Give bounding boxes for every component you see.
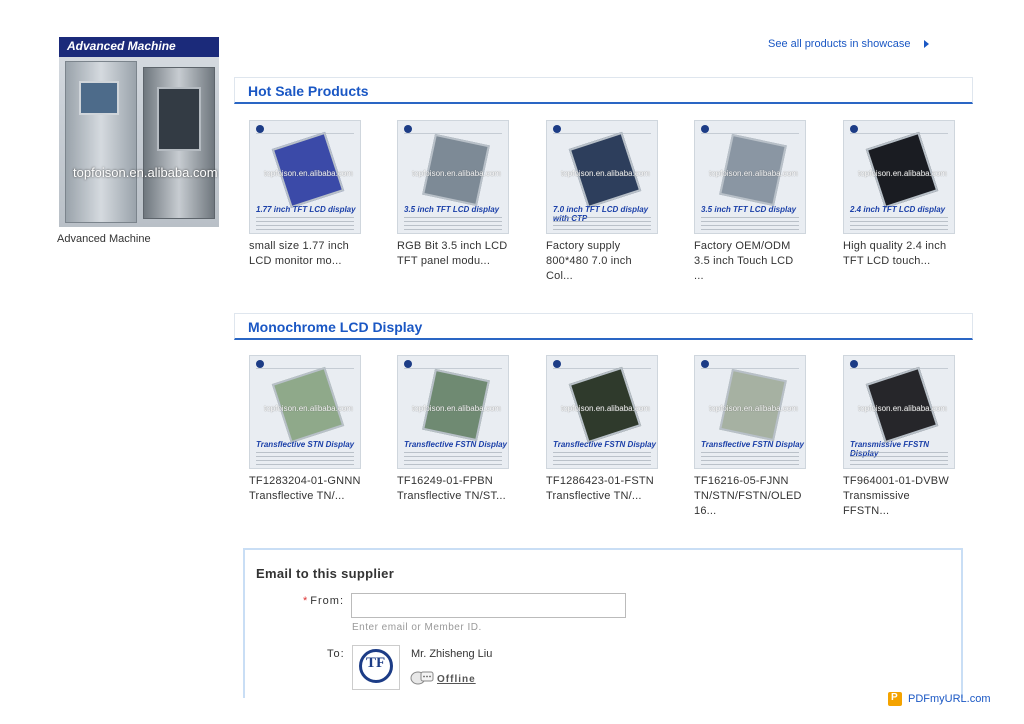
image-banner: Advanced Machine — [59, 37, 219, 57]
product-name-link[interactable]: RGB Bit 3.5 inch LCD TFT panel modu... — [397, 239, 509, 269]
product-thumbnail[interactable]: topfoison.en.alibaba.com Transflective ST… — [249, 355, 361, 469]
hot-sale-title: Hot Sale Products — [248, 83, 369, 99]
offline-status-link[interactable]: Offline — [437, 674, 476, 685]
product-name-link[interactable]: TF16216-05-FJNN TN/STN/FSTN/OLED 16... — [694, 474, 806, 519]
machine-window-2-shape — [157, 87, 201, 151]
product-thumbnail[interactable]: topfoison.en.alibaba.com 3.5 inch TFT LCD… — [694, 120, 806, 234]
thumb-header-shape — [256, 360, 354, 369]
logo-text: TF — [366, 655, 386, 671]
thumb-header-shape — [701, 125, 799, 134]
supplier-logo-icon — [850, 125, 858, 133]
product-thumbnail[interactable]: topfoison.en.alibaba.com Transmissive FFS… — [843, 355, 955, 469]
required-mark: * — [303, 595, 309, 607]
product-thumbnail[interactable]: topfoison.en.alibaba.com Transflective FS… — [694, 355, 806, 469]
thumb-watermark: topfoison.en.alibaba.com — [709, 169, 798, 178]
from-email-input[interactable] — [351, 593, 626, 618]
thumb-header-shape — [553, 360, 651, 369]
product-thumbnail[interactable]: topfoison.en.alibaba.com 2.4 inch TFT LCD… — [843, 120, 955, 234]
thumb-specs-lines — [256, 452, 354, 466]
thumb-header-shape — [256, 125, 354, 134]
machine-window-shape — [79, 81, 119, 115]
from-hint: Enter email or Member ID. — [352, 622, 482, 633]
supplier-logo-icon — [404, 125, 412, 133]
thumb-header-shape — [701, 360, 799, 369]
product-thumbnail[interactable]: topfoison.en.alibaba.com Transflective FS… — [546, 355, 658, 469]
chat-icon[interactable] — [410, 670, 434, 686]
pdfmyurl-link[interactable]: PDFmyURL.com — [908, 693, 991, 705]
hot-sale-header: Hot Sale Products — [234, 77, 973, 104]
product-thumbnail[interactable]: topfoison.en.alibaba.com 1.77 inch TFT LC… — [249, 120, 361, 234]
supplier-logo-icon — [404, 360, 412, 368]
thumb-header-shape — [404, 360, 502, 369]
product-thumbnail[interactable]: topfoison.en.alibaba.com 3.5 inch TFT LCD… — [397, 120, 509, 234]
from-label-text: From: — [310, 595, 345, 607]
thumb-header-shape — [404, 125, 502, 134]
thumb-watermark: topfoison.en.alibaba.com — [412, 404, 501, 413]
product-name-link[interactable]: Factory supply 800*480 7.0 inch Col... — [546, 239, 658, 284]
thumb-watermark: topfoison.en.alibaba.com — [709, 404, 798, 413]
product-name-link[interactable]: Factory OEM/ODM 3.5 inch Touch LCD ... — [694, 239, 806, 284]
thumb-specs-lines — [553, 452, 651, 466]
product-name-link[interactable]: TF964001-01-DVBW Transmissive FFSTN... — [843, 474, 955, 519]
thumb-specs-lines — [256, 217, 354, 231]
product-name-link[interactable]: TF16249-01-FPBN Transflective TN/ST... — [397, 474, 509, 504]
email-title: Email to this supplier — [256, 566, 395, 581]
supplier-avatar[interactable]: TF — [352, 645, 400, 690]
monochrome-header: Monochrome LCD Display — [234, 313, 973, 340]
product-thumbnail[interactable]: topfoison.en.alibaba.com Transflective FS… — [397, 355, 509, 469]
product-name-link[interactable]: TF1286423-01-FSTN Transflective TN/... — [546, 474, 658, 504]
product-name-link[interactable]: High quality 2.4 inch TFT LCD touch... — [843, 239, 955, 269]
product-name-link[interactable]: small size 1.77 inch LCD monitor mo... — [249, 239, 361, 269]
image-banner-text: Advanced Machine — [67, 39, 176, 53]
thumb-label: Transflective STN Display — [256, 440, 355, 449]
thumb-specs-lines — [850, 452, 948, 466]
product-name-link[interactable]: TF1283204-01-GNNN Transflective TN/... — [249, 474, 361, 504]
thumb-watermark: topfoison.en.alibaba.com — [561, 169, 650, 178]
thumb-watermark: topfoison.en.alibaba.com — [412, 169, 501, 178]
see-all-products-link[interactable]: See all products in showcase — [768, 38, 910, 50]
triangle-right-icon — [924, 40, 929, 48]
supplier-logo-icon — [553, 360, 561, 368]
thumb-label: 2.4 inch TFT LCD display — [850, 205, 946, 214]
thumb-header-shape — [850, 125, 948, 134]
supplier-logo-icon — [553, 125, 561, 133]
thumb-watermark: topfoison.en.alibaba.com — [264, 169, 353, 178]
supplier-name: Mr. Zhisheng Liu — [411, 648, 493, 660]
supplier-logo-icon — [256, 125, 264, 133]
thumb-header-shape — [850, 360, 948, 369]
thumb-specs-lines — [701, 452, 799, 466]
thumb-label: 3.5 inch TFT LCD display — [701, 205, 797, 214]
supplier-logo-icon — [256, 360, 264, 368]
thumb-specs-lines — [701, 217, 799, 231]
image-watermark: topfoison.en.alibaba.com — [73, 165, 218, 180]
thumb-watermark: topfoison.en.alibaba.com — [858, 404, 947, 413]
pdf-icon: P — [888, 692, 902, 706]
thumb-specs-lines — [404, 217, 502, 231]
thumb-watermark: topfoison.en.alibaba.com — [858, 169, 947, 178]
thumb-specs-lines — [404, 452, 502, 466]
to-label: To: — [327, 648, 345, 660]
thumb-label: Transflective FSTN Display — [701, 440, 804, 449]
pdf-icon-letter: P — [891, 692, 898, 703]
sidebar-product-image[interactable]: Advanced Machine topfoison.en.alibaba.co… — [59, 37, 219, 227]
supplier-logo-icon — [850, 360, 858, 368]
thumb-label: Transflective FSTN Display — [404, 440, 507, 449]
product-thumbnail[interactable]: topfoison.en.alibaba.com 7.0 inch TFT LCD… — [546, 120, 658, 234]
thumb-specs-lines — [850, 217, 948, 231]
thumb-header-shape — [553, 125, 651, 134]
supplier-logo-icon — [701, 360, 709, 368]
from-label: * From: — [303, 595, 344, 607]
monochrome-title: Monochrome LCD Display — [248, 319, 423, 335]
thumb-watermark: topfoison.en.alibaba.com — [264, 404, 353, 413]
sidebar-caption[interactable]: Advanced Machine — [57, 233, 151, 245]
thumb-specs-lines — [553, 217, 651, 231]
thumb-label: 3.5 inch TFT LCD display — [404, 205, 500, 214]
supplier-logo-icon — [701, 125, 709, 133]
thumb-label: Transflective FSTN Display — [553, 440, 656, 449]
thumb-label: 1.77 inch TFT LCD display — [256, 205, 356, 214]
thumb-watermark: topfoison.en.alibaba.com — [561, 404, 650, 413]
